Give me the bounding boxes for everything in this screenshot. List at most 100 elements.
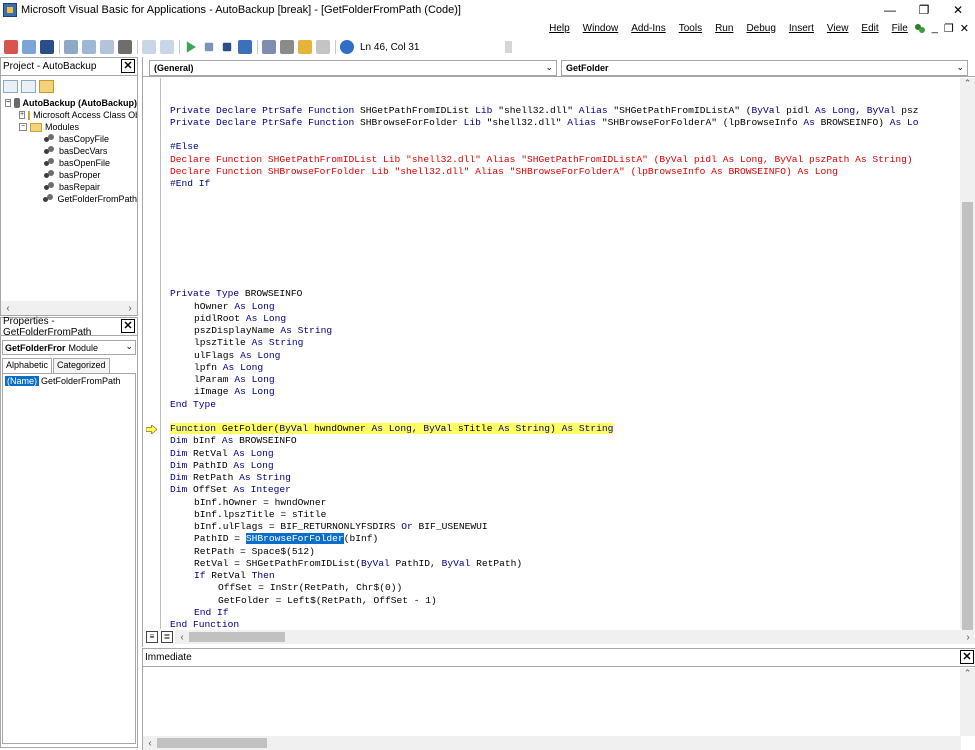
code-line[interactable]: If RetVal Then bbox=[170, 570, 275, 582]
toolbar-overflow-grip[interactable] bbox=[505, 41, 512, 53]
code-line[interactable]: Declare Function SHBrowseForFolder Lib "… bbox=[170, 166, 838, 178]
code-line[interactable]: Dim RetVal As Long bbox=[170, 448, 274, 460]
scroll-right-arrow-icon[interactable]: › bbox=[123, 303, 137, 314]
scroll-left-arrow-icon[interactable]: ‹ bbox=[175, 632, 189, 643]
code-line[interactable]: Dim bInf As BROWSEINFO bbox=[170, 435, 297, 447]
code-line[interactable]: Private Type BROWSEINFO bbox=[170, 288, 302, 300]
code-line[interactable]: End Type bbox=[170, 399, 216, 411]
toolbox-icon[interactable] bbox=[316, 40, 330, 54]
tree-item[interactable]: − AutoBackup (AutoBackup) bbox=[1, 97, 137, 109]
code-line[interactable]: Function GetFolder(ByVal hwndOwner As Lo… bbox=[170, 423, 614, 435]
cut-icon[interactable] bbox=[64, 40, 78, 54]
design-mode-icon[interactable] bbox=[238, 40, 252, 54]
tab-alphabetic[interactable]: Alphabetic bbox=[2, 358, 53, 373]
immediate-horizontal-scrollbar[interactable]: ‹ bbox=[143, 736, 961, 750]
tab-categorized[interactable]: Categorized bbox=[53, 358, 110, 373]
menu-view[interactable]: View bbox=[827, 23, 849, 34]
code-line[interactable]: RetVal = SHGetPathFromIDList(ByVal PathI… bbox=[170, 558, 522, 570]
break-icon[interactable] bbox=[204, 42, 214, 52]
collapse-icon[interactable]: − bbox=[19, 123, 27, 131]
run-icon[interactable] bbox=[186, 41, 196, 53]
menu-window[interactable]: Window bbox=[583, 23, 619, 34]
scroll-up-arrow-icon[interactable]: ⌃ bbox=[960, 668, 975, 682]
scroll-up-arrow-icon[interactable]: ⌃ bbox=[960, 78, 975, 92]
immediate-input[interactable] bbox=[143, 668, 961, 736]
mdi-restore-button[interactable]: ❐ bbox=[944, 22, 954, 35]
menu-edit[interactable]: Edit bbox=[861, 23, 878, 34]
code-line[interactable]: #End If bbox=[170, 178, 210, 190]
code-line[interactable]: RetPath = Space$(512) bbox=[170, 546, 315, 558]
insert-module-icon[interactable] bbox=[22, 40, 36, 54]
object-select[interactable]: GetFolderFror Module ⌄ bbox=[2, 340, 136, 355]
code-line[interactable]: bInf.hOwner = hwndOwner bbox=[170, 497, 326, 509]
view-access-icon[interactable] bbox=[4, 40, 18, 54]
code-line[interactable]: End Function bbox=[170, 619, 239, 629]
undo-icon[interactable] bbox=[142, 40, 156, 54]
tree-item[interactable]: basOpenFile bbox=[1, 157, 137, 169]
scroll-track[interactable] bbox=[15, 303, 123, 313]
code-horizontal-scrollbar[interactable]: ‹ › bbox=[175, 630, 975, 644]
code-line[interactable]: pszDisplayName As String bbox=[170, 325, 332, 337]
tree-item[interactable]: basRepair bbox=[1, 181, 137, 193]
paste-icon[interactable] bbox=[100, 40, 114, 54]
tree-item[interactable]: − Modules bbox=[1, 121, 137, 133]
procedure-view-icon[interactable]: ≡ bbox=[146, 631, 158, 643]
code-line[interactable]: lpfn As Long bbox=[170, 362, 263, 374]
menu-add-ins[interactable]: Add-Ins bbox=[631, 23, 665, 34]
view-object-icon[interactable] bbox=[21, 79, 36, 93]
object-combo[interactable]: (General) ⌄ bbox=[149, 60, 557, 76]
copy-icon[interactable] bbox=[82, 40, 96, 54]
code-line[interactable]: OffSet = InStr(RetPath, Chr$(0)) bbox=[170, 582, 402, 594]
code-line[interactable]: lpszTitle As String bbox=[170, 337, 303, 349]
code-line[interactable]: Private Declare PtrSafe Function SHGetPa… bbox=[170, 105, 919, 117]
minimize-button[interactable]: — bbox=[873, 0, 907, 20]
find-icon[interactable] bbox=[118, 40, 132, 54]
project-explorer-icon[interactable] bbox=[262, 40, 276, 54]
mdi-close-button[interactable]: ✕ bbox=[960, 22, 969, 35]
code-line[interactable]: PathID = SHBrowseForFolder(bInf) bbox=[170, 533, 378, 545]
toggle-folders-icon[interactable] bbox=[39, 79, 54, 93]
code-line[interactable]: #Else bbox=[170, 141, 199, 153]
property-row[interactable]: (Name) GetFolderFromPath bbox=[3, 374, 135, 387]
tree-item[interactable]: GetFolderFromPath bbox=[1, 193, 137, 205]
close-icon[interactable]: ✕ bbox=[121, 319, 135, 333]
scroll-left-arrow-icon[interactable]: ‹ bbox=[143, 738, 157, 749]
menu-run[interactable]: Run bbox=[715, 23, 733, 34]
close-icon[interactable]: ✕ bbox=[960, 650, 974, 664]
code-line[interactable]: pidlRoot As Long bbox=[170, 313, 286, 325]
code-line[interactable]: End If bbox=[170, 607, 229, 619]
restore-button[interactable]: ❐ bbox=[907, 0, 941, 20]
help-icon[interactable] bbox=[340, 40, 354, 54]
chevron-down-icon[interactable]: ⌄ bbox=[545, 62, 553, 73]
scroll-left-arrow-icon[interactable]: ‹ bbox=[1, 303, 15, 314]
code-line[interactable]: GetFolder = Left$(RetPath, OffSet - 1) bbox=[170, 595, 437, 607]
close-button[interactable]: ✕ bbox=[941, 0, 975, 20]
view-code-icon[interactable] bbox=[3, 79, 18, 93]
menu-help[interactable]: Help bbox=[549, 23, 570, 34]
menu-insert[interactable]: Insert bbox=[789, 23, 814, 34]
reset-icon[interactable] bbox=[222, 42, 232, 52]
chevron-down-icon[interactable]: ⌄ bbox=[125, 341, 133, 352]
code-line[interactable]: ulFlags As Long bbox=[170, 350, 280, 362]
full-module-view-icon[interactable]: ≣ bbox=[161, 631, 173, 643]
close-icon[interactable]: ✕ bbox=[121, 59, 135, 73]
project-horizontal-scrollbar[interactable]: ‹ › bbox=[1, 301, 137, 315]
menu-file[interactable]: File bbox=[892, 23, 908, 34]
property-value[interactable]: GetFolderFromPath bbox=[41, 376, 121, 386]
tree-item[interactable]: basProper bbox=[1, 169, 137, 181]
properties-window-icon[interactable] bbox=[280, 40, 294, 54]
scroll-thumb[interactable] bbox=[157, 738, 267, 748]
margin-indicator-bar[interactable] bbox=[143, 78, 161, 629]
code-line[interactable]: Dim RetPath As String bbox=[170, 472, 291, 484]
code-line[interactable]: Private Declare PtrSafe Function SHBrows… bbox=[170, 117, 919, 129]
scroll-thumb[interactable] bbox=[189, 632, 285, 642]
code-line[interactable]: Dim OffSet As Integer bbox=[170, 484, 291, 496]
tree-item[interactable]: + Microsoft Access Class Objects bbox=[1, 109, 137, 121]
object-browser-icon[interactable] bbox=[298, 40, 312, 54]
code-line[interactable]: bInf.ulFlags = BIF_RETURNONLYFSDIRS Or B… bbox=[170, 521, 488, 533]
scroll-right-arrow-icon[interactable]: › bbox=[961, 632, 975, 643]
code-vertical-scrollbar[interactable]: ⌃ bbox=[960, 78, 975, 632]
code-line[interactable]: Declare Function SHGetPathFromIDList Lib… bbox=[170, 154, 913, 166]
code-lines[interactable]: Private Declare PtrSafe Function SHGetPa… bbox=[170, 78, 960, 629]
scroll-thumb[interactable] bbox=[962, 202, 973, 632]
